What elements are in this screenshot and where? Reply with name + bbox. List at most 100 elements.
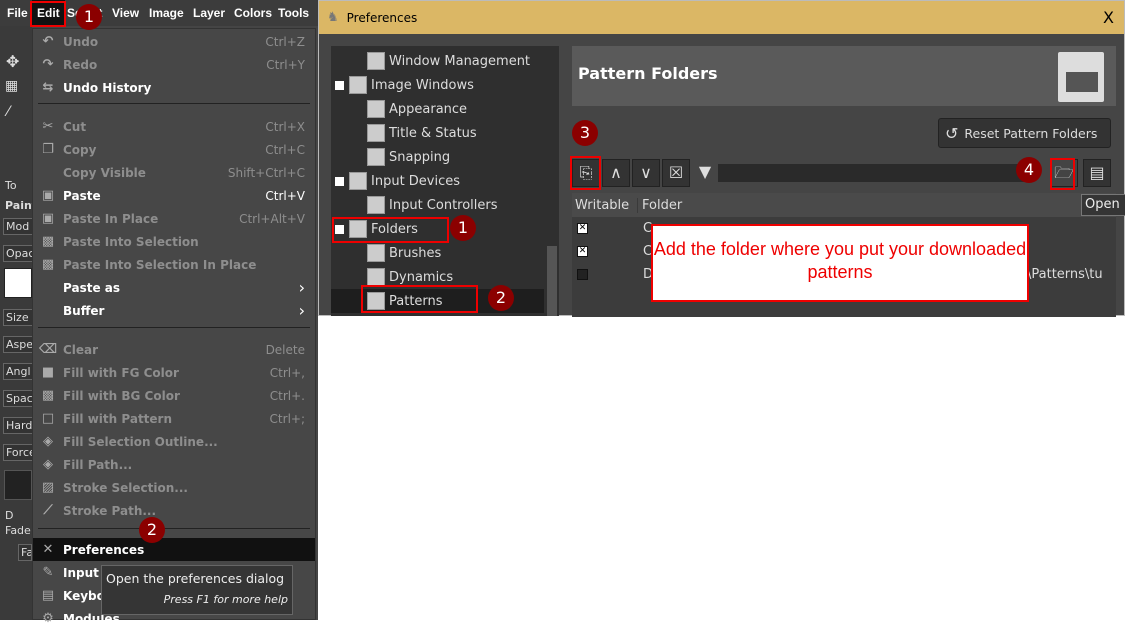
move-down-button[interactable]: ∨ (632, 159, 660, 187)
tree-item-label: Brushes (389, 245, 442, 261)
angle-field[interactable]: Angl (3, 363, 33, 380)
move-tool-icon[interactable]: ✥ (6, 52, 19, 71)
tree-item-image-windows[interactable]: Image Windows (349, 73, 474, 97)
column-writable[interactable]: Writable (572, 197, 638, 213)
menu-item-preferences[interactable]: ✕ Preferences (33, 538, 315, 561)
dynamics-preview[interactable] (4, 470, 32, 500)
mark-invalid-button[interactable]: ▼ (691, 159, 719, 187)
tree-item-label: Appearance (389, 101, 468, 117)
tree-item-input-devices[interactable]: Input Devices (349, 169, 460, 193)
dynamics-toggle[interactable]: D (3, 508, 33, 523)
image-windows-icon (349, 76, 367, 94)
close-button[interactable]: X (1103, 8, 1114, 27)
menu-item-fill-selection-outline[interactable]: ◈ Fill Selection Outline... (33, 430, 315, 453)
menu-item-undo-history[interactable]: ⇆ Undo History (33, 76, 315, 99)
menu-item-fill-path[interactable]: ◈ Fill Path... (33, 453, 315, 476)
snapping-icon (367, 148, 385, 166)
menu-item-paste-in-place[interactable]: ▣ Paste In Place Ctrl+Alt+V (33, 207, 315, 230)
menu-item-stroke-selection[interactable]: ▨ Stroke Selection... (33, 476, 315, 499)
writable-checkbox[interactable]: ✕ (577, 223, 588, 234)
menu-layer[interactable]: Layer (193, 0, 225, 26)
size-field[interactable]: Size (3, 309, 33, 326)
gradient-tool-icon[interactable]: ▦ (5, 78, 18, 94)
collapse-toggle[interactable] (335, 81, 344, 90)
title-status-icon (367, 124, 385, 142)
aspect-field[interactable]: Aspe (3, 336, 33, 353)
file-browser-button[interactable]: ▤ (1083, 159, 1111, 187)
menu-item-redo[interactable]: ↷ Redo Ctrl+Y (33, 53, 315, 76)
opacity-field[interactable]: Opac (3, 245, 33, 262)
menu-item-paste-into-selection[interactable]: ▩ Paste Into Selection (33, 230, 315, 253)
color-picker-icon[interactable]: ⁄ (7, 104, 9, 120)
hardness-field[interactable]: Hard (3, 417, 33, 434)
menu-item-clear[interactable]: ⌫ Clear Delete (33, 338, 315, 361)
tree-item-window-management[interactable]: Window Management (367, 49, 530, 73)
tree-item-input-controllers[interactable]: Input Controllers (367, 193, 498, 217)
force-field[interactable]: Force (3, 444, 33, 461)
menu-item-stroke-path[interactable]: ⟋ Stroke Path... (33, 499, 315, 522)
menu-file[interactable]: File (7, 0, 28, 26)
collapse-toggle[interactable] (335, 177, 344, 186)
menu-item-copy[interactable]: ❐ Copy Ctrl+C (33, 138, 315, 161)
menu-item-fill-with-fg-color[interactable]: ■ Fill with FG Color Ctrl+, (33, 361, 315, 384)
menu-tools[interactable]: Tools (278, 0, 309, 26)
fade-label: Fade (5, 524, 31, 537)
reset-label: Reset Pattern Folders (964, 125, 1098, 141)
menu-item-copy-visible[interactable]: Copy Visible Shift+Ctrl+C (33, 161, 315, 184)
paste-into-icon: ▩ (41, 257, 55, 272)
menu-item-undo[interactable]: ↶ Undo Ctrl+Z (33, 30, 315, 53)
menu-item-fill-with-pattern[interactable]: □ Fill with Pattern Ctrl+; (33, 407, 315, 430)
keyboard-icon: ▤ (41, 588, 55, 603)
spacing-field[interactable]: Spac (3, 390, 33, 407)
pattern-icon: □ (41, 411, 55, 426)
menu-item-cut[interactable]: ✂ Cut Ctrl+X (33, 115, 315, 138)
brush-preview[interactable] (4, 268, 32, 298)
writable-checkbox[interactable]: ✕ (577, 246, 588, 257)
menu-item-label: Copy Visible (63, 165, 146, 180)
mode-field[interactable]: Mod (3, 218, 33, 235)
delete-folder-button[interactable]: ☒ (662, 159, 690, 187)
highlight-edit (30, 1, 66, 27)
highlight-patterns (361, 285, 478, 313)
menu-item-shortcut: Ctrl+, (269, 365, 305, 380)
folder-path-input[interactable] (718, 164, 1026, 182)
tree-scrollbar[interactable] (547, 246, 557, 316)
tree-item-title-status[interactable]: Title & Status (367, 121, 477, 145)
redo-icon: ↷ (42, 57, 54, 72)
move-up-button[interactable]: ∧ (602, 159, 630, 187)
open-tooltip: Open a (1081, 194, 1125, 216)
highlight-open-folder (1050, 158, 1075, 190)
menu-item-label: Paste as (63, 280, 121, 295)
tree-item-appearance[interactable]: Appearance (367, 97, 467, 121)
bucket-icon: ◈ (43, 434, 53, 449)
tool-options-tab[interactable]: To (3, 178, 33, 193)
menu-item-buffer[interactable]: Buffer › (33, 299, 315, 322)
menu-item-paste-into-selection-in-place[interactable]: ▩ Paste Into Selection In Place (33, 253, 315, 276)
menu-view[interactable]: View (112, 0, 139, 26)
menu-item-paste[interactable]: ▣ Paste Ctrl+V (33, 184, 315, 207)
gear-icon: ⚙ (42, 611, 54, 626)
writable-checkbox[interactable] (577, 269, 588, 280)
page-title: Pattern Folders (578, 64, 718, 83)
menu-item-label: Stroke Selection... (63, 480, 188, 495)
chevron-up-icon: ∧ (610, 163, 622, 182)
tree-item-brushes[interactable]: Brushes (367, 241, 441, 265)
fade-field[interactable]: Fa (18, 544, 32, 561)
menu-item-fill-with-bg-color[interactable]: ▩ Fill with BG Color Ctrl+. (33, 384, 315, 407)
window-management-icon (367, 52, 385, 70)
step-badge-patterns: 2 (488, 285, 514, 311)
menu-item-label: Fill with Pattern (63, 411, 173, 426)
annotation-callout: Add the folder where you put your downlo… (651, 224, 1029, 302)
menu-item-label: Clear (63, 342, 99, 357)
menu-item-shortcut: Ctrl+Alt+V (239, 211, 305, 226)
bg-color-icon: ▩ (41, 388, 55, 403)
menu-colors[interactable]: Colors (234, 0, 272, 26)
tree-item-snapping[interactable]: Snapping (367, 145, 450, 169)
tree-item-label: Dynamics (389, 269, 454, 285)
menu-item-paste-as[interactable]: Paste as › (33, 276, 315, 299)
menu-image[interactable]: Image (149, 0, 184, 26)
preferences-tree: Window Management Image Windows Appearance… (331, 46, 559, 316)
reset-pattern-folders-button[interactable]: ↺ Reset Pattern Folders (938, 118, 1111, 148)
column-folder[interactable]: Folder (638, 198, 682, 213)
undo-history-icon: ⇆ (42, 80, 54, 95)
